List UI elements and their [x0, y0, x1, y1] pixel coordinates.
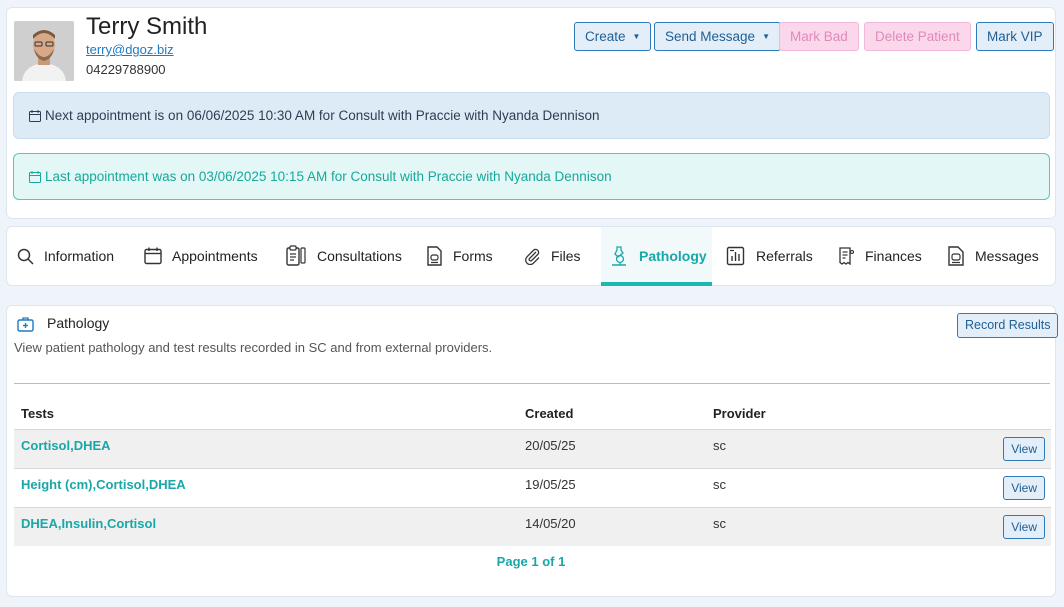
pathology-table: Tests Created Provider Cortisol,DHEA 20/…	[14, 398, 1051, 546]
tab-files[interactable]: Files	[523, 227, 581, 285]
table-row: DHEA,Insulin,Cortisol 14/05/20 sc View	[14, 506, 1051, 546]
table-row: Cortisol,DHEA 20/05/25 sc View	[14, 428, 1051, 468]
last-appointment-text: Last appointment was on 03/06/2025 10:15…	[45, 169, 612, 184]
divider	[14, 383, 1050, 384]
test-name-link[interactable]: Height (cm),Cortisol,DHEA	[21, 477, 186, 492]
table-row: Height (cm),Cortisol,DHEA 19/05/25 sc Vie…	[14, 467, 1051, 507]
view-button[interactable]: View	[1003, 436, 1045, 461]
caret-down-icon: ▼	[632, 32, 641, 41]
referral-icon	[726, 246, 745, 266]
active-tab-indicator	[601, 282, 712, 286]
column-header-created: Created	[525, 405, 574, 421]
tab-label: Consultations	[317, 248, 402, 264]
message-icon	[948, 246, 964, 266]
paperclip-icon	[525, 248, 540, 265]
tab-pathology[interactable]: Pathology	[601, 227, 712, 286]
send-message-button-label: Send Message	[665, 29, 756, 44]
next-appointment-text: Next appointment is on 06/06/2025 10:30 …	[45, 108, 600, 123]
delete-patient-button[interactable]: Delete Patient	[864, 22, 971, 51]
provider: sc	[713, 437, 726, 453]
form-icon	[427, 246, 442, 266]
created-date: 14/05/20	[518, 506, 706, 546]
clipboard-icon	[286, 245, 306, 266]
test-name-link[interactable]: DHEA,Insulin,Cortisol	[21, 516, 156, 531]
tab-finances[interactable]: Finances	[837, 227, 922, 285]
patient-email-link[interactable]: terry@dgoz.biz	[86, 42, 174, 57]
calendar-icon	[144, 247, 162, 265]
column-header-tests: Tests	[21, 405, 54, 421]
patient-tabs: Information Appointments Consultations F…	[6, 226, 1056, 286]
tab-referrals[interactable]: Referrals	[726, 227, 813, 285]
create-button-label: Create	[585, 29, 626, 44]
send-message-dropdown-button[interactable]: Send Message ▼	[654, 22, 781, 51]
pathology-description: View patient pathology and test results …	[14, 340, 493, 355]
record-results-button[interactable]: Record Results	[957, 313, 1059, 338]
mark-vip-button[interactable]: Mark VIP	[976, 22, 1054, 51]
pathology-panel: Pathology View patient pathology and tes…	[6, 305, 1059, 597]
pagination-text: Page 1 of 1	[496, 554, 566, 569]
tab-label: Finances	[865, 248, 922, 264]
view-button[interactable]: View	[1003, 514, 1045, 539]
calendar-icon	[29, 95, 41, 140]
created-date: 19/05/25	[518, 467, 706, 507]
patient-name: Terry Smith	[86, 13, 208, 40]
tab-forms[interactable]: Forms	[426, 227, 493, 285]
create-dropdown-button[interactable]: Create ▼	[574, 22, 652, 51]
caret-down-icon: ▼	[762, 32, 770, 41]
calendar-icon	[29, 156, 41, 201]
provider: sc	[713, 476, 726, 492]
provider: sc	[713, 515, 726, 531]
last-appointment-banner: Last appointment was on 03/06/2025 10:15…	[13, 153, 1050, 200]
tab-label: Referrals	[756, 248, 813, 264]
pathology-title: Pathology	[47, 315, 110, 331]
receipt-icon	[839, 247, 855, 265]
medical-kit-icon	[17, 317, 34, 332]
table-header-row: Tests Created Provider	[14, 398, 1051, 429]
tab-label: Messages	[975, 248, 1039, 264]
tab-label: Pathology	[639, 248, 707, 264]
next-appointment-banner: Next appointment is on 06/06/2025 10:30 …	[13, 92, 1050, 139]
view-button[interactable]: View	[1003, 475, 1045, 500]
created-date: 20/05/25	[518, 428, 706, 468]
tab-appointments[interactable]: Appointments	[144, 227, 258, 285]
tab-label: Appointments	[172, 248, 258, 264]
tab-label: Information	[44, 248, 115, 264]
patient-header-card: Terry Smith terry@dgoz.biz 04229788900 C…	[6, 7, 1056, 219]
tab-information[interactable]: Information	[17, 227, 114, 285]
patient-avatar	[14, 21, 74, 81]
search-icon	[17, 248, 34, 265]
column-header-provider: Provider	[713, 405, 766, 421]
microscope-icon	[612, 246, 626, 266]
mark-bad-button[interactable]: Mark Bad	[779, 22, 859, 51]
patient-phone: 04229788900	[86, 62, 166, 77]
tab-consultations[interactable]: Consultations	[285, 227, 402, 285]
tab-label: Files	[551, 248, 581, 264]
tab-messages[interactable]: Messages	[947, 227, 1039, 285]
test-name-link[interactable]: Cortisol,DHEA	[21, 438, 111, 453]
tab-label: Forms	[453, 248, 493, 264]
